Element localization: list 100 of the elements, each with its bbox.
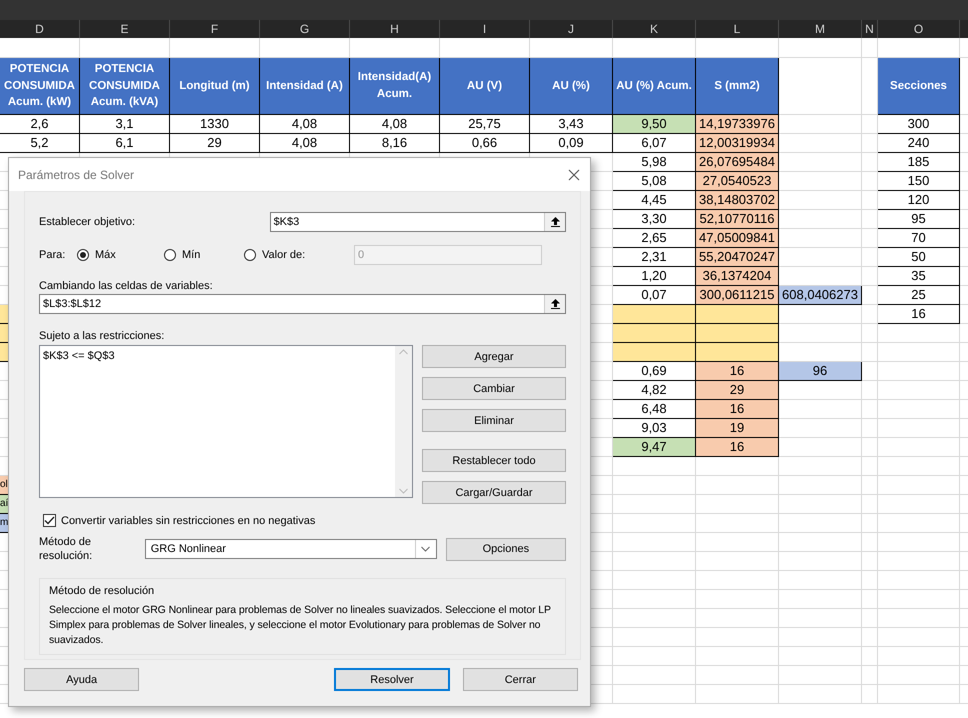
table-cell: 29 <box>170 134 260 153</box>
table-cell: 4,45 <box>613 191 696 210</box>
dialog-button[interactable]: Cerrar <box>462 668 578 691</box>
table-cell: 185 <box>878 153 960 172</box>
checkbox-label: Convertir variables sin restricciones en no negativas <box>61 514 316 526</box>
constraints-list[interactable]: $K$3 <= $Q$3 <box>39 345 413 498</box>
table-cell: 29 <box>696 381 779 400</box>
dialog-button[interactable]: Eliminar <box>422 409 566 432</box>
description-title: Método de resolución <box>49 585 156 597</box>
method-dropdown[interactable]: GRG Nonlinear <box>144 539 437 559</box>
dialog-button[interactable]: Resolver <box>334 668 450 691</box>
table-cell: 14,19733976 <box>696 115 779 134</box>
column-heading: S (mm2) <box>696 58 779 115</box>
dialog-button[interactable]: Ayuda <box>24 668 140 691</box>
column-heading: AU (%) <box>530 58 613 115</box>
column-heading: AU (%) Acum. <box>613 58 696 115</box>
table-cell: 240 <box>878 134 960 153</box>
table-cell: 6,07 <box>613 134 696 153</box>
close-icon[interactable] <box>568 168 580 180</box>
field-label: Establecer objetivo: <box>39 216 136 228</box>
dialog-button[interactable]: Cambiar <box>422 377 566 400</box>
table-cell: 2,31 <box>613 248 696 267</box>
table-cell: 5,98 <box>613 153 696 172</box>
table-cell: 96 <box>779 362 862 381</box>
table-cell: 150 <box>878 172 960 191</box>
table-cell: 35 <box>878 267 960 286</box>
table-cell: 0,09 <box>530 134 613 153</box>
table-cell: 4,08 <box>350 115 440 134</box>
dialog-title: Parámetros de Solver <box>18 168 134 182</box>
table-cell: 2,6 <box>0 115 80 134</box>
column-heading: POTENCIA CONSUMIDA Acum. (kW) <box>0 58 80 115</box>
table-cell: 4,08 <box>260 134 350 153</box>
field-label: Para: <box>39 249 66 261</box>
table-cell: 95 <box>878 210 960 229</box>
table-cell: 9,50 <box>613 115 696 134</box>
description-text: Seleccione el motor GRG Nonlinear para problemas de Solver no lineales suavizados. Seleccione el motor LP Simplex para problemas de Solver lineales, y seleccione el motor Evolutionary para problemas de Solver no suavizados. <box>49 603 552 648</box>
table-cell: 1330 <box>170 115 260 134</box>
table-cell: 5,08 <box>613 172 696 191</box>
table-cell: 5,2 <box>0 134 80 153</box>
column-heading: POTENCIA CONSUMIDA Acum. (kVA) <box>80 58 170 115</box>
collapse-icon <box>550 217 560 227</box>
cell-text: m <box>0 518 8 528</box>
table-cell: 16 <box>878 305 960 324</box>
radio-option[interactable]: Mín <box>164 249 244 261</box>
column-heading: AU (V) <box>440 58 530 115</box>
column-heading: Intensidad(A) Acum. <box>350 58 440 115</box>
table-cell: 3,1 <box>80 115 170 134</box>
table-cell: 300,0611215 <box>696 286 779 305</box>
column-heading: Intensidad (A) <box>260 58 350 115</box>
dialog-button[interactable]: Cargar/Guardar <box>422 481 566 504</box>
table-cell: 16 <box>696 400 779 419</box>
radio-option[interactable]: Máx <box>77 249 164 261</box>
table-cell: 12,00319934 <box>696 134 779 153</box>
table-cell: 4,82 <box>613 381 696 400</box>
checkbox[interactable] <box>43 514 56 527</box>
column-heading: Longitud (m) <box>170 58 260 115</box>
table-cell: 70 <box>878 229 960 248</box>
table-cell: 6,48 <box>613 400 696 419</box>
table-cell: 25,75 <box>440 115 530 134</box>
table-cell: 0,07 <box>613 286 696 305</box>
table-cell: 50 <box>878 248 960 267</box>
table-cell: 3,43 <box>530 115 613 134</box>
table-cell: 9,47 <box>613 438 696 457</box>
table-cell: 120 <box>878 191 960 210</box>
table-cell: 6,1 <box>80 134 170 153</box>
column-heading: Secciones <box>878 58 960 115</box>
table-cell: 16 <box>696 438 779 457</box>
table-cell: 16 <box>696 362 779 381</box>
table-cell: 25 <box>878 286 960 305</box>
table-cell: 36,1374204 <box>696 267 779 286</box>
table-cell: 608,0406273 <box>779 286 862 305</box>
input-field[interactable]: $K$3 <box>270 212 566 232</box>
table-cell: 55,20470247 <box>696 248 779 267</box>
input-field[interactable]: $L$3:$L$12 <box>39 294 566 314</box>
table-cell: 38,14803702 <box>696 191 779 210</box>
table-cell: 3,30 <box>613 210 696 229</box>
dialog-button[interactable]: Restablecer todo <box>422 449 566 472</box>
table-cell: 0,69 <box>613 362 696 381</box>
table-cell: 300 <box>878 115 960 134</box>
radio-option[interactable]: Valor de: <box>244 249 354 261</box>
field-label: Sujeto a las restricciones: <box>39 330 166 342</box>
collapse-icon <box>550 299 560 309</box>
table-cell: 9,03 <box>613 419 696 438</box>
table-cell: 1,20 <box>613 267 696 286</box>
cell-text: ol <box>0 480 8 490</box>
table-cell: 4,08 <box>260 115 350 134</box>
table-cell: 2,65 <box>613 229 696 248</box>
field-label: Cambiando las celdas de variables: <box>39 280 214 292</box>
table-cell: 52,10770116 <box>696 210 779 229</box>
cell-text: aí <box>0 499 8 509</box>
table-cell: 19 <box>696 419 779 438</box>
table-cell: 26,07695484 <box>696 153 779 172</box>
table-cell: 0,66 <box>440 134 530 153</box>
list-item[interactable]: $K$3 <= $Q$3 <box>43 350 392 362</box>
table-cell: 8,16 <box>350 134 440 153</box>
table-cell: 27,0540523 <box>696 172 779 191</box>
caret-icon <box>421 546 430 552</box>
options-button[interactable]: Opciones <box>446 538 566 560</box>
table-cell: 47,05009841 <box>696 229 779 248</box>
dialog-button[interactable]: Agregar <box>422 345 566 368</box>
